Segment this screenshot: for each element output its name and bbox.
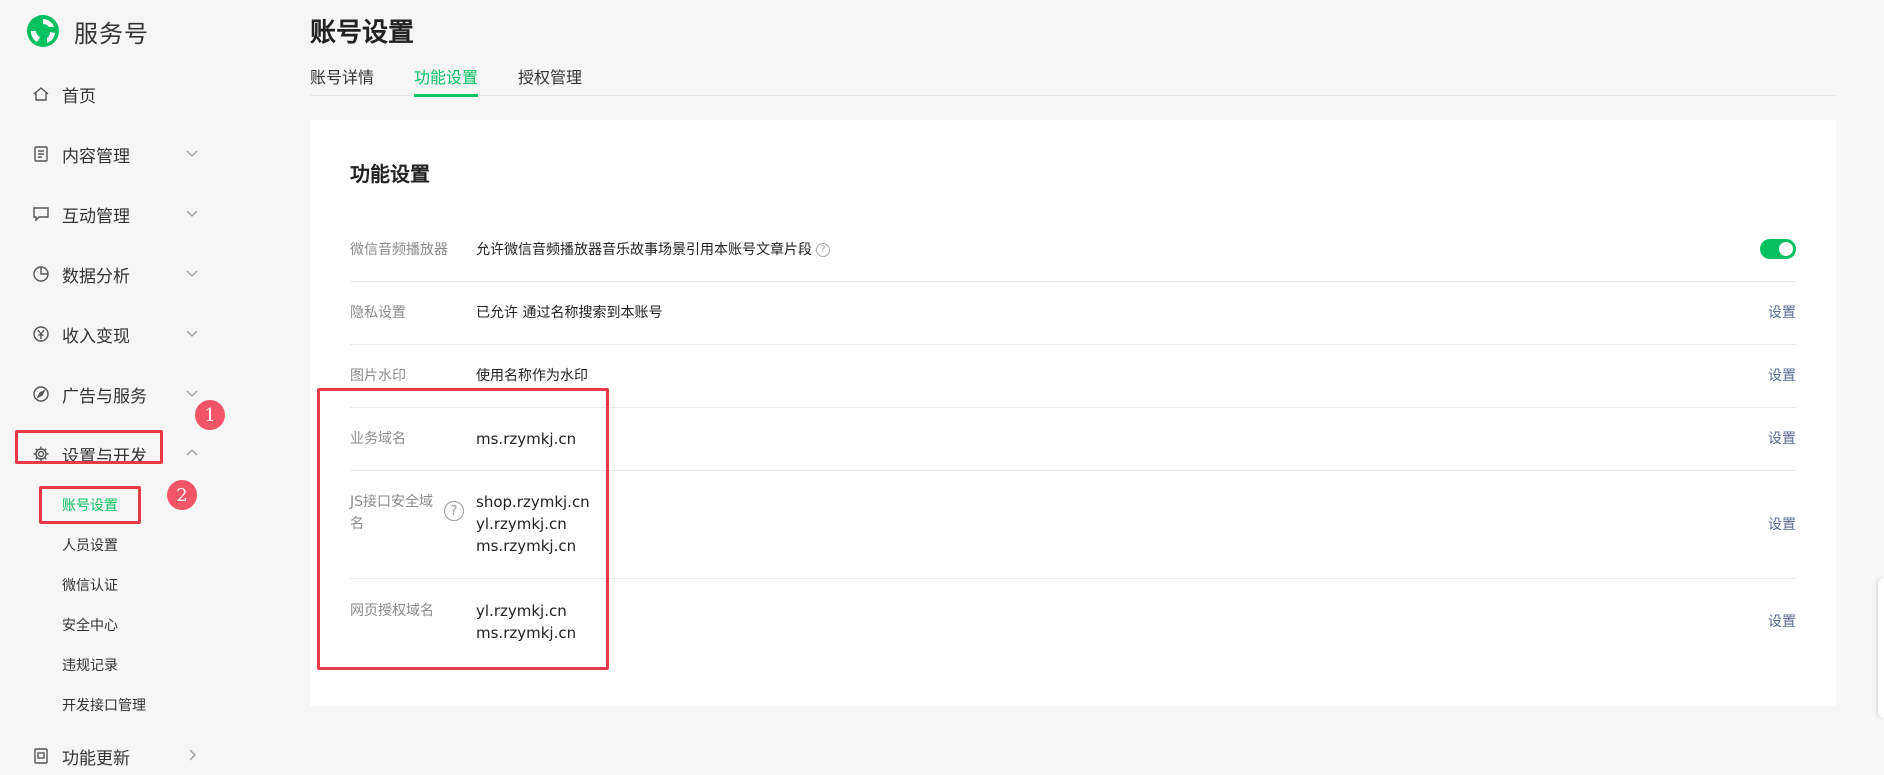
brand[interactable]: 服务号 [26, 12, 149, 50]
toggle-knob [1779, 242, 1793, 256]
annotation-box-account-settings [39, 486, 141, 524]
chevron-down-icon [184, 265, 200, 281]
row-label: 隐私设置 [350, 305, 406, 321]
pie-chart-icon [30, 263, 52, 285]
settings-card: 功能设置 微信音频播放器 允许微信音频播放器音乐故事场景引用本账号文章片段? 隐… [310, 120, 1836, 706]
home-icon [30, 83, 52, 105]
chat-icon [30, 203, 52, 225]
tab-bar: 账号详情 功能设置 授权管理 [310, 64, 1836, 97]
sidebar-item-analytics[interactable]: 数据分析 [30, 254, 200, 294]
tab-authorization[interactable]: 授权管理 [518, 64, 582, 96]
sidebar-item-label: 数据分析 [62, 266, 130, 287]
compass-icon [30, 383, 52, 405]
watermark-set-button[interactable]: 设置 [1768, 365, 1796, 387]
oauth-domain-set-button[interactable]: 设置 [1768, 611, 1796, 633]
annotation-box-domains [317, 388, 609, 670]
sidebar-item-interaction[interactable]: 互动管理 [30, 194, 200, 234]
brand-name: 服务号 [74, 19, 149, 48]
chevron-down-icon [184, 205, 200, 221]
update-icon [30, 745, 52, 767]
audio-toggle[interactable] [1760, 239, 1796, 259]
sidebar-subitem-staff-settings[interactable]: 人员设置 [62, 532, 118, 560]
row-value: 使用名称作为水印 [476, 368, 588, 384]
page-title: 账号设置 [310, 18, 415, 48]
sidebar-item-label: 互动管理 [62, 206, 130, 227]
sidebar-subitem-security-center[interactable]: 安全中心 [62, 612, 118, 640]
chevron-right-icon [184, 747, 200, 763]
row-label: 微信音频播放器 [350, 242, 448, 258]
chevron-down-icon [184, 145, 200, 161]
privacy-set-button[interactable]: 设置 [1768, 302, 1796, 324]
sidebar-item-feature-updates[interactable]: 功能更新 [30, 736, 200, 775]
business-domain-set-button[interactable]: 设置 [1768, 428, 1796, 450]
sidebar-item-label: 内容管理 [62, 146, 130, 167]
annotation-badge-1: 1 [195, 400, 225, 430]
chevron-up-icon [184, 445, 200, 461]
brand-logo-icon [27, 15, 59, 47]
js-domain-set-button[interactable]: 设置 [1768, 514, 1796, 536]
document-icon [30, 143, 52, 165]
card-title: 功能设置 [350, 162, 430, 186]
sidebar-item-ads[interactable]: 广告与服务 [30, 374, 200, 414]
annotation-badge-2: 2 [167, 480, 197, 510]
sidebar-item-home[interactable]: 首页 [30, 74, 200, 114]
sidebar-item-label: 首页 [62, 86, 96, 107]
audio-description: 允许微信音频播放器音乐故事场景引用本账号文章片段 [476, 242, 812, 258]
sidebar: 服务号 首页 内容管理 互动管理 数据分析 收入变现 广告与服务 设置与开发 账… [0, 0, 232, 775]
sidebar-item-label: 广告与服务 [62, 386, 147, 407]
sidebar-item-content[interactable]: 内容管理 [30, 134, 200, 174]
tab-feature-settings[interactable]: 功能设置 [414, 64, 479, 97]
sidebar-subitem-violation-records[interactable]: 违规记录 [62, 652, 118, 680]
yen-icon [30, 323, 52, 345]
app-root: 服务号 首页 内容管理 互动管理 数据分析 收入变现 广告与服务 设置与开发 账… [0, 0, 1884, 775]
side-panel-handle[interactable] [1878, 578, 1884, 718]
sidebar-item-monetization[interactable]: 收入变现 [30, 314, 200, 354]
tab-account-details[interactable]: 账号详情 [310, 64, 374, 96]
sidebar-item-label: 功能更新 [62, 748, 130, 769]
row-value: 已允许 通过名称搜索到本账号 [476, 305, 663, 321]
chevron-down-icon [184, 385, 200, 401]
sidebar-item-label: 收入变现 [62, 326, 130, 347]
annotation-box-settings [15, 430, 163, 464]
sidebar-subitem-dev-api[interactable]: 开发接口管理 [62, 692, 146, 720]
settings-row-audio: 微信音频播放器 允许微信音频播放器音乐故事场景引用本账号文章片段? [350, 228, 1796, 282]
sidebar-subitem-wechat-verify[interactable]: 微信认证 [62, 572, 118, 600]
settings-row-privacy: 隐私设置 已允许 通过名称搜索到本账号 设置 [350, 282, 1796, 345]
help-icon[interactable]: ? [816, 243, 830, 257]
row-label: 图片水印 [350, 368, 406, 384]
row-value: 允许微信音频播放器音乐故事场景引用本账号文章片段? [476, 239, 830, 261]
chevron-down-icon [184, 325, 200, 341]
